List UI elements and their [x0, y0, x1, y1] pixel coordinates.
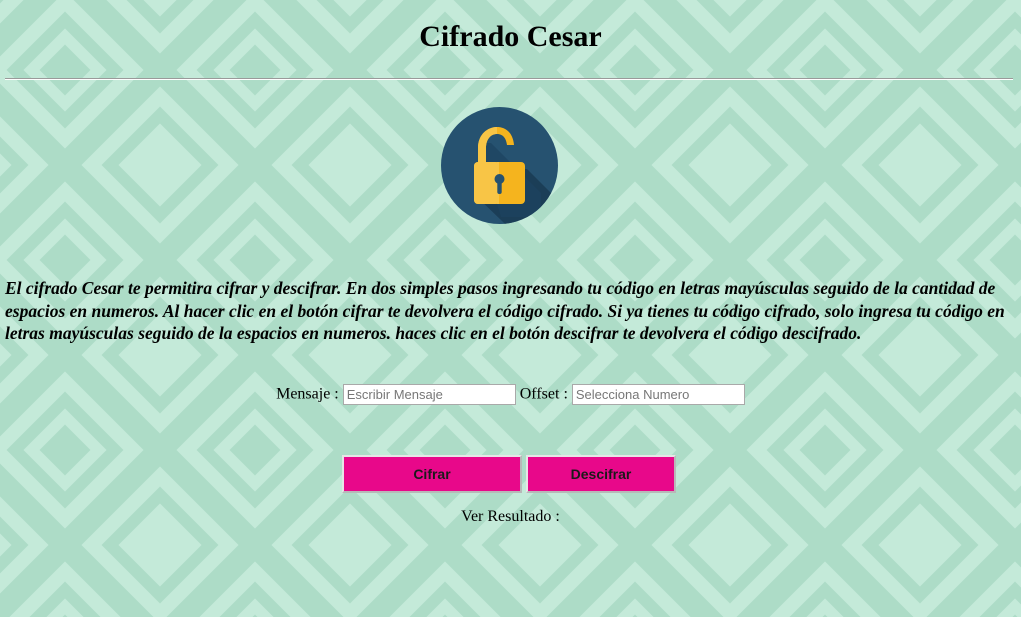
open-padlock-icon [441, 107, 558, 224]
offset-label: Offset : [519, 385, 568, 403]
header-divider [5, 78, 1013, 80]
encrypt-button[interactable]: Cifrar [342, 455, 522, 493]
cipher-description: El cifrado Cesar te permitira cifrar y d… [5, 278, 1005, 343]
result-label: Ver Resultado : [461, 508, 560, 525]
page-title: Cifrado Cesar [419, 20, 602, 53]
message-input[interactable] [342, 383, 516, 405]
cipher-form: Mensaje : Offset : [0, 383, 1021, 405]
decrypt-button[interactable]: Descifrar [526, 455, 676, 493]
offset-input[interactable] [571, 383, 745, 405]
result-output: Ver Resultado : [0, 508, 1021, 526]
message-label: Mensaje : [276, 385, 339, 403]
